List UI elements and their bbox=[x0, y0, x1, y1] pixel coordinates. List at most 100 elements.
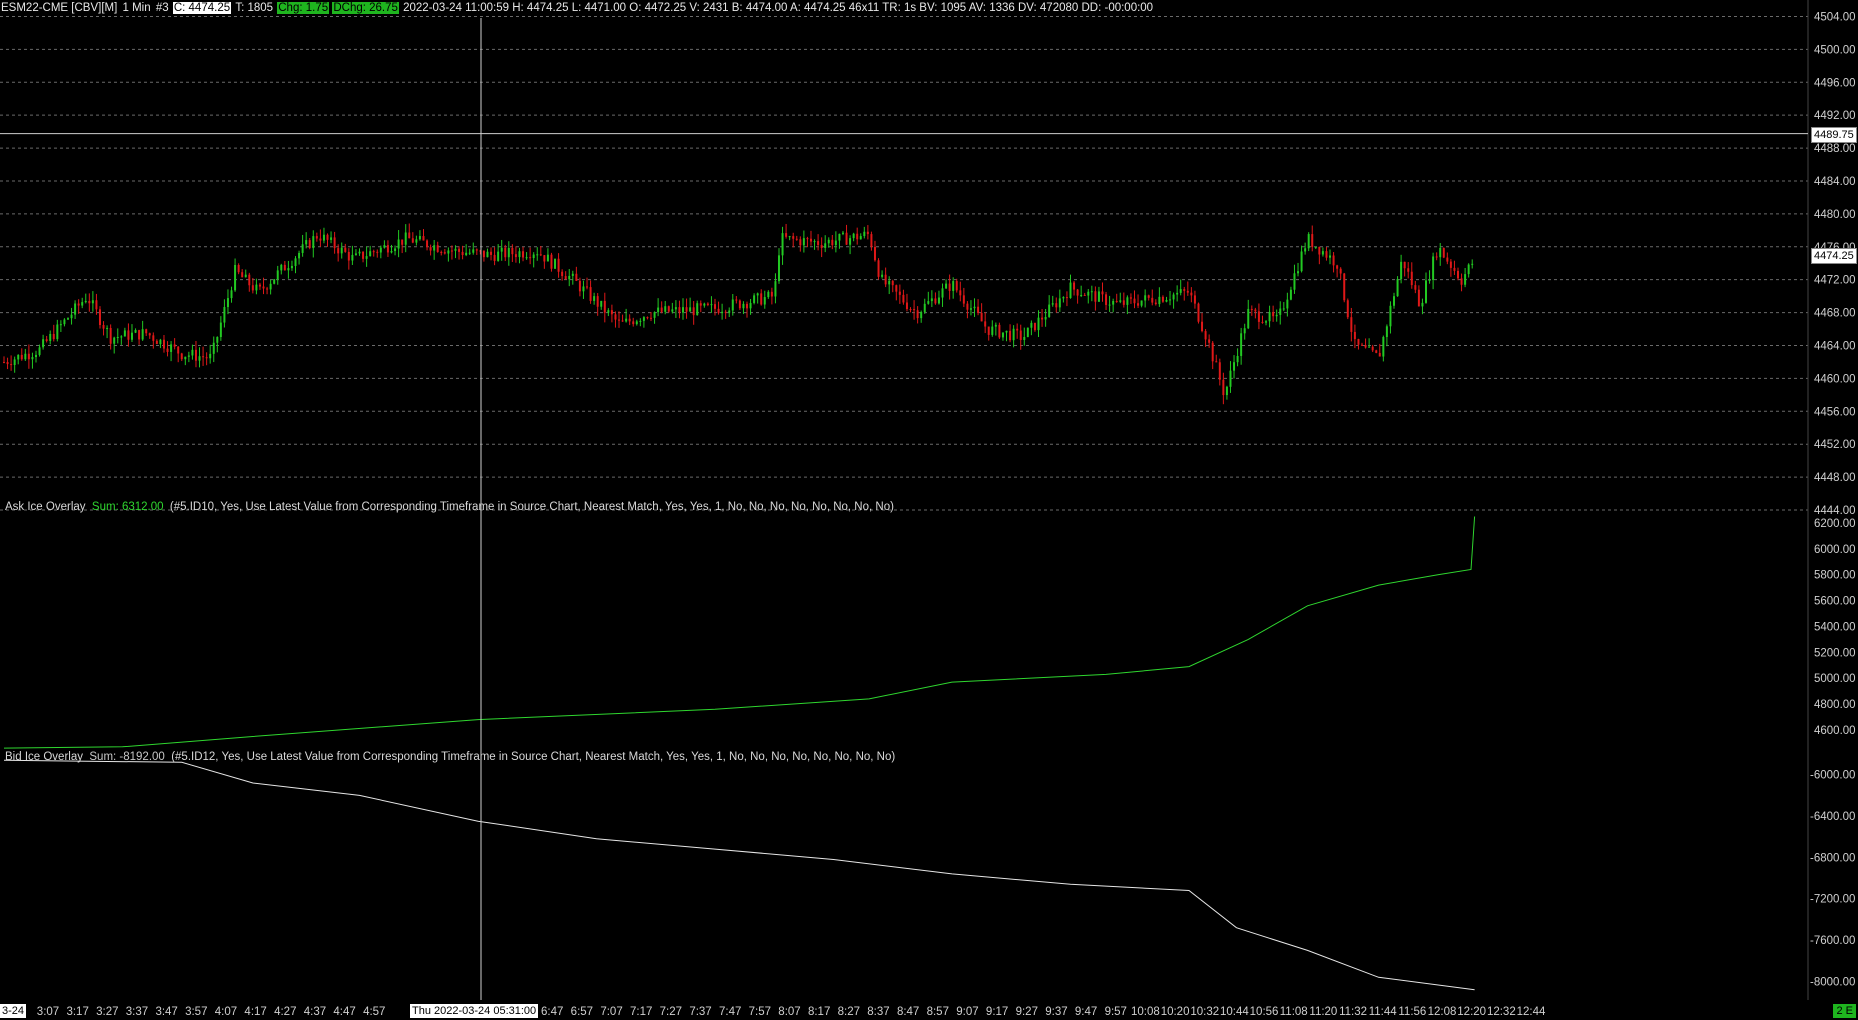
candle-body bbox=[95, 300, 98, 310]
candle-body bbox=[610, 310, 613, 315]
candle-body bbox=[1193, 295, 1196, 304]
candle-body bbox=[664, 306, 667, 312]
candle-body bbox=[262, 286, 265, 289]
candle-body bbox=[280, 264, 283, 271]
candle-body bbox=[703, 303, 706, 306]
candle-body bbox=[977, 306, 980, 313]
candle-body bbox=[1357, 339, 1360, 345]
candle-body bbox=[1225, 386, 1228, 396]
candle-body bbox=[358, 251, 361, 254]
candle-body bbox=[1304, 248, 1307, 252]
candle-body bbox=[330, 237, 333, 240]
candle-body bbox=[116, 337, 119, 339]
bid-ice-line bbox=[3, 759, 1475, 991]
time-axis-label-35: 9:47 bbox=[1075, 1006, 1097, 1018]
candle-body bbox=[696, 303, 699, 316]
candle-body bbox=[49, 333, 52, 341]
candle-body bbox=[1286, 299, 1289, 309]
time-axis-label-37: 10:08 bbox=[1131, 1006, 1160, 1018]
time-axis-label-5: 3:57 bbox=[185, 1006, 207, 1018]
candle-body bbox=[1097, 291, 1100, 302]
candle-body bbox=[920, 312, 923, 319]
candle-body bbox=[404, 232, 407, 245]
candle-body bbox=[753, 295, 756, 303]
candle-body bbox=[1001, 332, 1004, 338]
candle-body bbox=[518, 251, 521, 258]
candle-body bbox=[969, 308, 972, 310]
time-axis-label-1: 3:17 bbox=[66, 1006, 88, 1018]
candle-body bbox=[639, 320, 642, 322]
candle-body bbox=[66, 318, 69, 320]
candle-body bbox=[17, 354, 20, 360]
candle-body bbox=[74, 303, 77, 315]
candle-body bbox=[888, 280, 891, 285]
candle-body bbox=[834, 240, 837, 246]
candle-body bbox=[362, 251, 365, 259]
price-axis-label-10: 4464.00 bbox=[1814, 340, 1856, 352]
candle-body bbox=[841, 232, 844, 234]
candle-body bbox=[550, 254, 553, 269]
candle-body bbox=[578, 280, 581, 292]
candle-body bbox=[152, 335, 155, 341]
candle-body bbox=[3, 361, 5, 363]
candle-body bbox=[767, 291, 770, 298]
candle-body bbox=[966, 303, 969, 310]
candle-body bbox=[1044, 316, 1047, 320]
candle-body bbox=[1201, 321, 1204, 332]
candle-body bbox=[909, 309, 912, 311]
ask-overlay-params: (#5.ID10, Yes, Use Latest Value from Cor… bbox=[169, 501, 894, 513]
candle-body bbox=[1154, 302, 1157, 305]
candle-body bbox=[507, 248, 510, 258]
candle-body bbox=[678, 307, 681, 313]
candle-body bbox=[728, 310, 731, 313]
candle-body bbox=[1471, 263, 1474, 265]
candle-body bbox=[586, 286, 589, 288]
time-axis-label-19: 7:07 bbox=[600, 1006, 622, 1018]
candle-body bbox=[1080, 294, 1083, 296]
bid-axis-label-0: -6000.00 bbox=[1810, 770, 1855, 782]
candle-body bbox=[916, 310, 919, 319]
time-axis-label-27: 8:27 bbox=[838, 1006, 860, 1018]
candle-body bbox=[738, 300, 741, 309]
time-axis-label-40: 10:44 bbox=[1220, 1006, 1249, 1018]
candle-body bbox=[1112, 301, 1115, 305]
bid-axis-label-3: -7200.00 bbox=[1810, 894, 1855, 906]
time-axis-label-17: 6:47 bbox=[541, 1006, 563, 1018]
ask-axis-label-5: 5200.00 bbox=[1814, 647, 1856, 659]
candle-body bbox=[1343, 273, 1346, 301]
candle-body bbox=[113, 337, 116, 344]
time-axis-label-0: 3:07 bbox=[37, 1006, 59, 1018]
interval-label: 1 Min bbox=[122, 2, 151, 14]
candle-body bbox=[941, 288, 944, 298]
time-axis-label-6: 4:07 bbox=[215, 1006, 237, 1018]
candle-body bbox=[1254, 309, 1257, 312]
candle-body bbox=[962, 295, 965, 304]
candle-body bbox=[177, 346, 180, 354]
candle-body bbox=[411, 238, 414, 243]
candle-body bbox=[1133, 298, 1136, 304]
candle-body bbox=[216, 337, 219, 343]
candle-body bbox=[130, 332, 133, 340]
candle-body bbox=[674, 307, 677, 310]
candle-body bbox=[59, 324, 62, 326]
candle-body bbox=[1051, 303, 1054, 305]
candle-body bbox=[770, 291, 773, 297]
candle-body bbox=[173, 344, 176, 347]
ask-axis-label-4: 5400.00 bbox=[1814, 621, 1856, 633]
candle-body bbox=[1250, 308, 1253, 310]
candle-body bbox=[454, 248, 457, 251]
candle-body bbox=[458, 248, 461, 252]
candle-body bbox=[383, 245, 386, 248]
candle-body bbox=[1272, 312, 1275, 317]
candle-body bbox=[685, 307, 688, 312]
bid-axis-label-2: -6800.00 bbox=[1810, 852, 1855, 864]
candle-body bbox=[369, 251, 372, 257]
bid-axis-label-4: -7600.00 bbox=[1810, 935, 1855, 947]
time-axis-label-29: 8:47 bbox=[897, 1006, 919, 1018]
candle-body bbox=[408, 232, 411, 239]
price-axis-label-9: 4468.00 bbox=[1814, 308, 1856, 320]
candle-body bbox=[838, 233, 841, 241]
candle-body bbox=[1332, 255, 1335, 266]
time-axis-label-30: 8:57 bbox=[927, 1006, 949, 1018]
candle-body bbox=[1460, 278, 1463, 285]
